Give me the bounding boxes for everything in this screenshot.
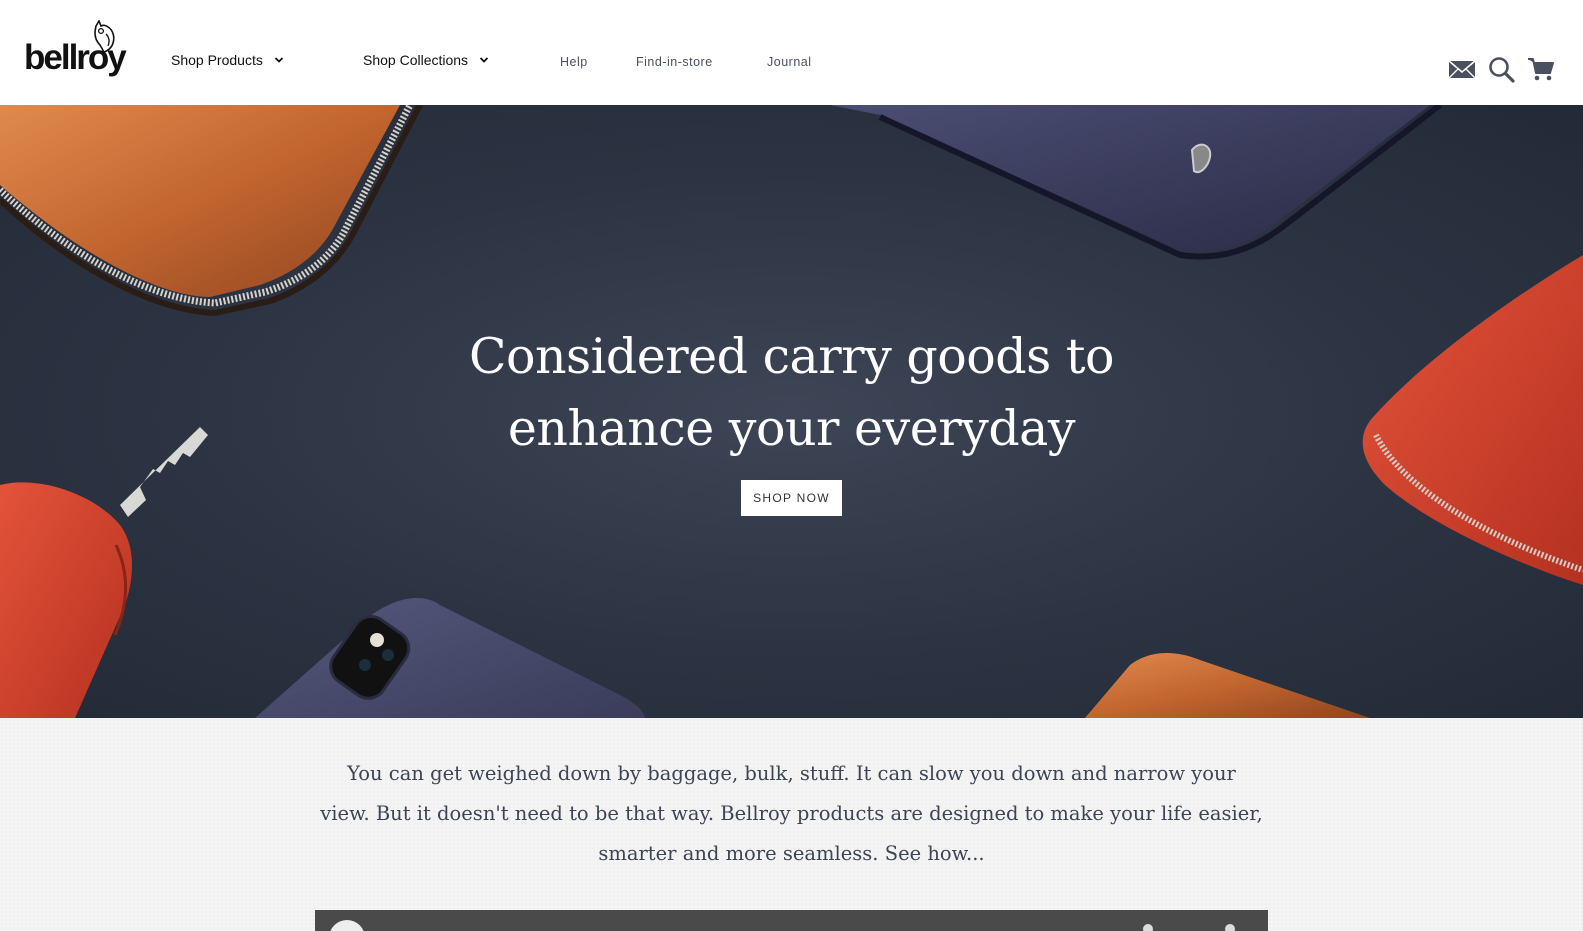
hero-headline-line-1: Considered carry goods to xyxy=(468,328,1115,385)
nav-journal[interactable]: Journal xyxy=(767,55,812,69)
info-icon[interactable] xyxy=(1143,924,1153,931)
hero-banner: Considered carry goods to enhance your e… xyxy=(0,105,1583,718)
site-header: bellroy Shop Products Shop Collections H… xyxy=(0,0,1583,105)
shop-now-button[interactable]: SHOP NOW xyxy=(741,480,842,516)
share-icon[interactable] xyxy=(1225,924,1235,931)
intro-paragraph: You can get weighed down by baggage, bul… xyxy=(320,762,1263,865)
nav-shop-collections-label: Shop Collections xyxy=(363,52,469,68)
intro-section: You can get weighed down by baggage, bul… xyxy=(0,718,1583,931)
search-icon[interactable] xyxy=(1487,54,1517,84)
nav-shop-products-label: Shop Products xyxy=(171,52,263,68)
hero-headline: Considered carry goods to enhance your e… xyxy=(0,321,1583,465)
nav-find-in-store[interactable]: Find-in-store xyxy=(636,55,713,69)
nav-shop-collections[interactable]: Shop Collections xyxy=(363,52,490,68)
hero-headline-line-2: enhance your everyday xyxy=(507,400,1076,457)
nav-help[interactable]: Help xyxy=(560,55,588,69)
mail-icon[interactable] xyxy=(1447,54,1477,84)
owl-icon xyxy=(94,20,115,53)
bellroy-logo[interactable]: bellroy xyxy=(22,20,127,82)
chevron-down-icon xyxy=(274,57,283,63)
chevron-down-icon xyxy=(479,57,489,63)
video-player[interactable] xyxy=(315,910,1268,931)
video-avatar-icon xyxy=(329,920,365,931)
cart-icon[interactable] xyxy=(1526,54,1556,84)
nav-shop-products[interactable]: Shop Products xyxy=(171,52,285,68)
